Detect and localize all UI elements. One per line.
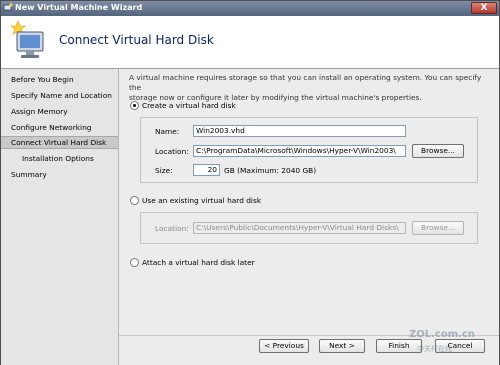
disk-name-input[interactable]: Win2003.vhd xyxy=(193,125,406,137)
attach-later-label[interactable]: Attach a virtual hard disk later xyxy=(142,258,255,267)
nav-item-specify-name-location[interactable]: Specify Name and Location xyxy=(1,89,118,102)
nav-item-configure-networking[interactable]: Configure Networking xyxy=(1,121,118,134)
nav-item-assign-memory[interactable]: Assign Memory xyxy=(1,105,118,118)
wizard-header: Connect Virtual Hard Disk xyxy=(1,16,499,69)
description-text: A virtual machine requires storage so th… xyxy=(129,73,489,103)
location-label: Location: xyxy=(155,147,189,156)
title-bar[interactable]: New Virtual Machine Wizard X xyxy=(1,1,499,16)
create-disk-label[interactable]: Create a virtual hard disk xyxy=(142,101,236,110)
previous-button[interactable]: < Previous xyxy=(259,339,309,353)
existing-disk-group: Location: C:\Users\Public\Documents\Hype… xyxy=(140,212,478,244)
browse-existing-button[interactable]: Browse... xyxy=(412,221,464,235)
nav-item-before-you-begin[interactable]: Before You Begin xyxy=(1,73,118,86)
nav-item-summary[interactable]: Summary xyxy=(1,168,118,181)
wizard-window: New Virtual Machine Wizard X Connect Vir… xyxy=(0,0,500,365)
description-line-1: A virtual machine requires storage so th… xyxy=(129,73,482,92)
nav-item-installation-options[interactable]: Installation Options xyxy=(1,152,118,165)
size-unit-label: GB (Maximum: 2040 GB) xyxy=(224,166,317,175)
next-button[interactable]: Next > xyxy=(319,339,365,353)
existing-location-input[interactable]: C:\Users\Public\Documents\Hyper-V\Virtua… xyxy=(193,222,406,234)
attach-later-radio[interactable] xyxy=(130,258,139,267)
existing-location-label: Location: xyxy=(155,224,189,233)
page-title: Connect Virtual Hard Disk xyxy=(59,33,214,47)
wizard-icon xyxy=(3,3,13,11)
watermark-logo: ZOL.com.cn xyxy=(409,329,475,340)
create-disk-radio[interactable] xyxy=(130,101,139,110)
nav-item-connect-virtual-hard-disk[interactable]: Connect Virtual Hard Disk xyxy=(1,136,118,149)
wizard-content: A virtual machine requires storage so th… xyxy=(119,69,499,365)
create-disk-group: Name: Win2003.vhd Location: C:\ProgramDa… xyxy=(140,117,478,183)
size-label: Size: xyxy=(155,166,173,175)
watermark-subtext: 中关村在线 xyxy=(417,345,452,353)
disk-size-input[interactable]: 20 xyxy=(193,164,220,176)
close-button[interactable]: X xyxy=(471,2,497,14)
wizard-steps-nav: Before You Begin Specify Name and Locati… xyxy=(1,69,119,365)
existing-disk-label[interactable]: Use an existing virtual hard disk xyxy=(142,196,261,205)
finish-button[interactable]: Finish xyxy=(376,339,422,353)
window-title: New Virtual Machine Wizard xyxy=(15,3,143,12)
existing-disk-radio[interactable] xyxy=(130,196,139,205)
name-label: Name: xyxy=(155,127,180,136)
new-vm-icon xyxy=(10,20,44,58)
disk-location-input[interactable]: C:\ProgramData\Microsoft\Windows\Hyper-V… xyxy=(193,145,406,157)
close-icon: X xyxy=(480,3,488,13)
browse-location-button[interactable]: Browse... xyxy=(412,144,464,158)
